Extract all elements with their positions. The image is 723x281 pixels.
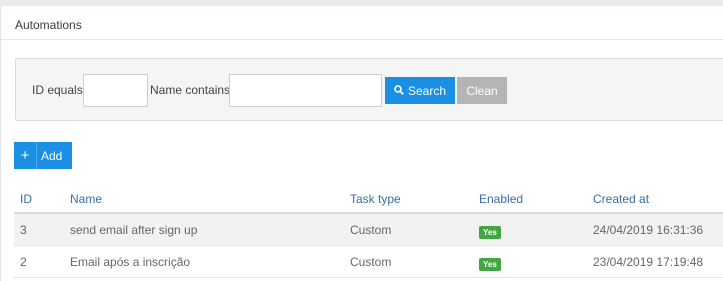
automations-table: ID Name Task type Enabled Created at 3 s… <box>14 185 723 278</box>
search-button[interactable]: Search <box>385 77 455 104</box>
divider <box>1 39 723 40</box>
column-header-task-type[interactable]: Task type <box>344 185 473 214</box>
cell-created-at: 23/04/2019 17:19:48 <box>587 245 723 278</box>
id-filter-label: ID equals <box>32 83 83 97</box>
panel-title: Automations <box>15 18 82 32</box>
search-icon <box>394 84 404 98</box>
cell-created-at: 24/04/2019 16:31:36 <box>587 213 723 246</box>
table-row[interactable]: 3 send email after sign up Custom Yes 24… <box>14 213 723 246</box>
id-filter-input[interactable] <box>83 74 148 107</box>
add-button-label: Add <box>41 148 63 163</box>
cell-enabled: Yes <box>473 213 587 246</box>
name-filter-label: Name contains <box>150 83 231 97</box>
cell-task-type: Custom <box>344 213 473 246</box>
column-header-id[interactable]: ID <box>14 185 64 214</box>
cell-enabled: Yes <box>473 245 587 278</box>
name-filter-input[interactable] <box>229 74 382 107</box>
cell-id: 2 <box>14 245 64 278</box>
add-button[interactable]: + Add <box>14 142 72 169</box>
table-header-row: ID Name Task type Enabled Created at <box>14 185 723 214</box>
column-header-created-at[interactable]: Created at <box>587 185 723 214</box>
enabled-badge: Yes <box>479 258 501 271</box>
column-header-enabled[interactable]: Enabled <box>473 185 587 214</box>
filter-form: ID equals Name contains Search Clean <box>15 58 723 121</box>
cell-name: Email após a inscrição <box>64 245 344 278</box>
plus-icon: + <box>14 142 37 169</box>
search-button-label: Search <box>407 83 447 98</box>
cell-name: send email after sign up <box>64 213 344 246</box>
table-row[interactable]: 2 Email após a inscrição Custom Yes 23/0… <box>14 245 723 278</box>
clean-button[interactable]: Clean <box>457 77 507 104</box>
cell-id: 3 <box>14 213 64 246</box>
column-header-name[interactable]: Name <box>64 185 344 214</box>
enabled-badge: Yes <box>479 226 501 239</box>
cell-task-type: Custom <box>344 245 473 278</box>
